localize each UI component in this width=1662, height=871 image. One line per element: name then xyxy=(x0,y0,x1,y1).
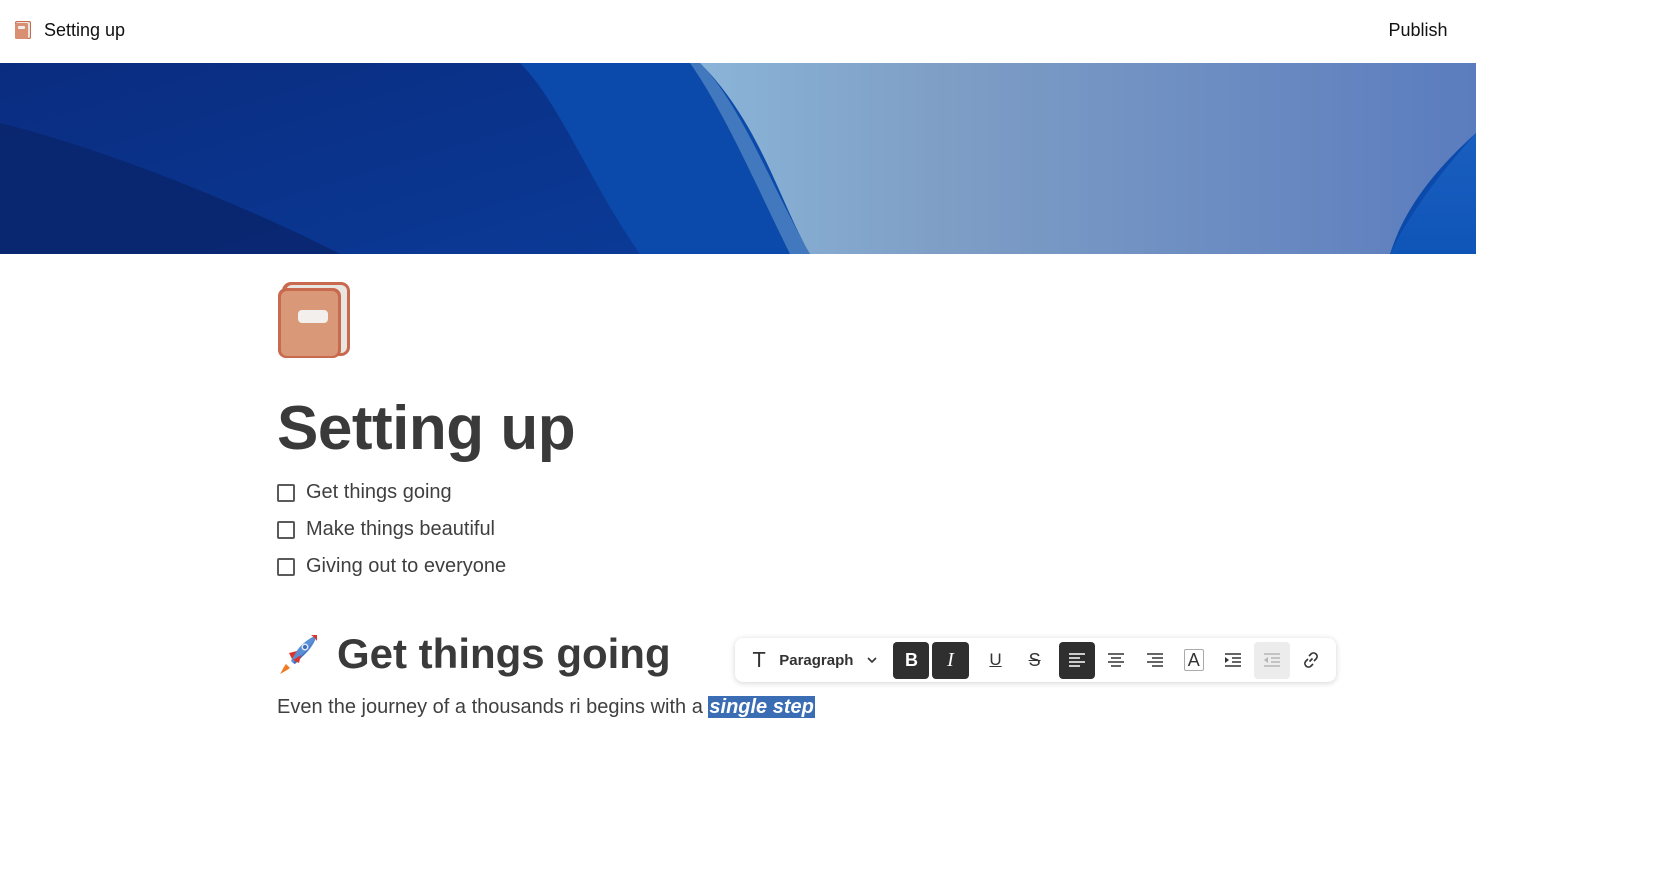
outdent-button[interactable] xyxy=(1253,641,1290,679)
align-left-button[interactable] xyxy=(1058,641,1095,679)
cover-image[interactable] xyxy=(0,63,1476,254)
bold-button[interactable]: B xyxy=(893,641,930,679)
selected-text[interactable]: single step xyxy=(708,696,815,718)
align-center-button[interactable] xyxy=(1098,642,1134,679)
heading-block: Get things going xyxy=(277,626,671,682)
paragraph-block[interactable]: Even the journey of a thousands ri begin… xyxy=(277,693,815,721)
link-button[interactable] xyxy=(1293,642,1329,679)
italic-icon: I xyxy=(947,648,954,671)
rocket-icon xyxy=(280,635,317,674)
link-icon xyxy=(1303,652,1318,668)
heading-text[interactable]: Get things going xyxy=(337,626,671,682)
todo-label[interactable]: Get things going xyxy=(306,481,452,504)
align-right-button[interactable] xyxy=(1137,642,1173,679)
todo-label[interactable]: Giving out to everyone xyxy=(306,555,506,578)
paragraph-text[interactable]: Even the journey of a thousands ri begin… xyxy=(277,696,708,718)
formatting-toolbar: T Paragraph B I U S A xyxy=(735,638,1336,682)
align-right-icon xyxy=(1146,653,1163,667)
align-left-icon xyxy=(1068,653,1085,667)
outdent-icon xyxy=(1263,653,1280,667)
indent-button[interactable] xyxy=(1215,642,1251,679)
bold-icon: B xyxy=(904,649,918,670)
strikethrough-button[interactable]: S xyxy=(1017,642,1053,679)
book-icon[interactable] xyxy=(278,282,352,358)
cover-wave-art xyxy=(0,63,1476,254)
todo-item: Giving out to everyone xyxy=(277,548,506,585)
align-center-icon xyxy=(1107,653,1124,667)
underline-icon: U xyxy=(989,650,1002,669)
underline-button[interactable]: U xyxy=(978,642,1014,679)
publish-button[interactable]: Publish xyxy=(1372,14,1464,46)
text-color-icon: A xyxy=(1183,649,1204,671)
todo-checkbox[interactable] xyxy=(277,557,295,576)
block-type-label: Paragraph xyxy=(779,651,854,669)
indent-icon xyxy=(1224,653,1241,667)
text-color-button[interactable]: A xyxy=(1176,642,1212,679)
strikethrough-icon: S xyxy=(1028,649,1041,670)
todo-list: Get things going Make things beautiful G… xyxy=(277,474,506,585)
italic-button[interactable]: I xyxy=(932,641,969,679)
chevron-down-icon xyxy=(867,657,877,664)
todo-label[interactable]: Make things beautiful xyxy=(306,518,495,541)
text-type-icon: T xyxy=(753,648,766,672)
block-type-dropdown[interactable]: T Paragraph xyxy=(739,642,887,679)
todo-checkbox[interactable] xyxy=(277,483,295,502)
todo-checkbox[interactable] xyxy=(277,520,295,539)
book-icon xyxy=(15,21,31,39)
top-bar: Setting up Publish xyxy=(0,0,1476,62)
document-title[interactable]: Setting up xyxy=(44,18,125,42)
page-title[interactable]: Setting up xyxy=(277,392,576,466)
todo-item: Get things going xyxy=(277,474,506,511)
todo-item: Make things beautiful xyxy=(277,511,506,548)
